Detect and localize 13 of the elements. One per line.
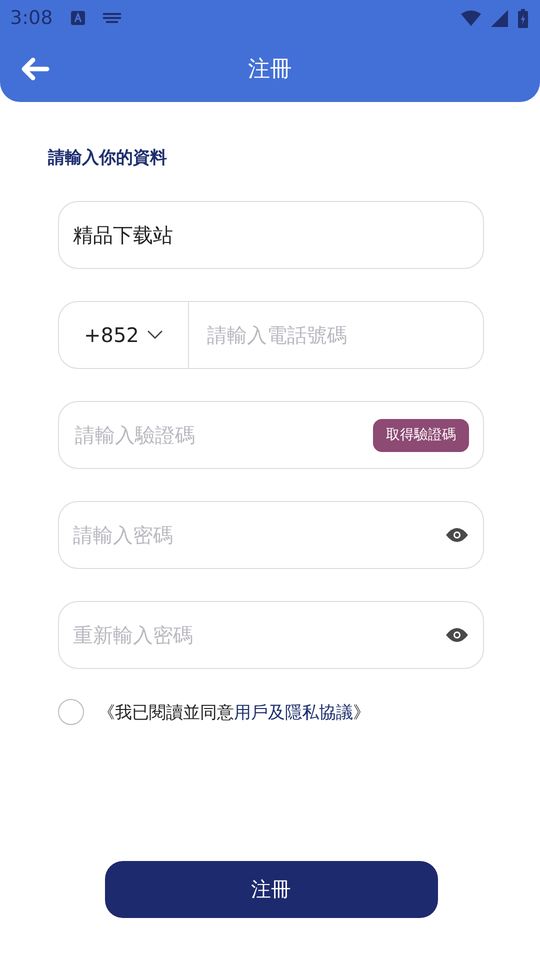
page-title: 注冊 <box>248 56 292 84</box>
register-button[interactable]: 注冊 <box>104 861 438 918</box>
verification-code-field[interactable]: 請輸入驗證碼 取得驗證碼 <box>58 401 484 469</box>
agreement-text: 《我已閱讀並同意用戶及隱私協議》 <box>98 702 370 724</box>
password-field[interactable]: 請輸入密碼 <box>58 501 484 569</box>
status-time: 3:08 <box>10 7 53 29</box>
password-field[interactable]: 重新輸入密碼 <box>58 601 484 669</box>
country-code-dropdown[interactable]: +852 <box>59 302 189 368</box>
get-code-button[interactable]: 取得驗證碼 <box>373 418 469 452</box>
name-field[interactable]: 精品下载站 <box>58 201 484 269</box>
phone-number-field[interactable]: 請輸入電話號碼 <box>189 323 483 347</box>
privacy-agreement-link[interactable]: 用戶及隱私協議 <box>234 702 353 722</box>
section-title: 請輸入你的資料 <box>48 147 168 169</box>
